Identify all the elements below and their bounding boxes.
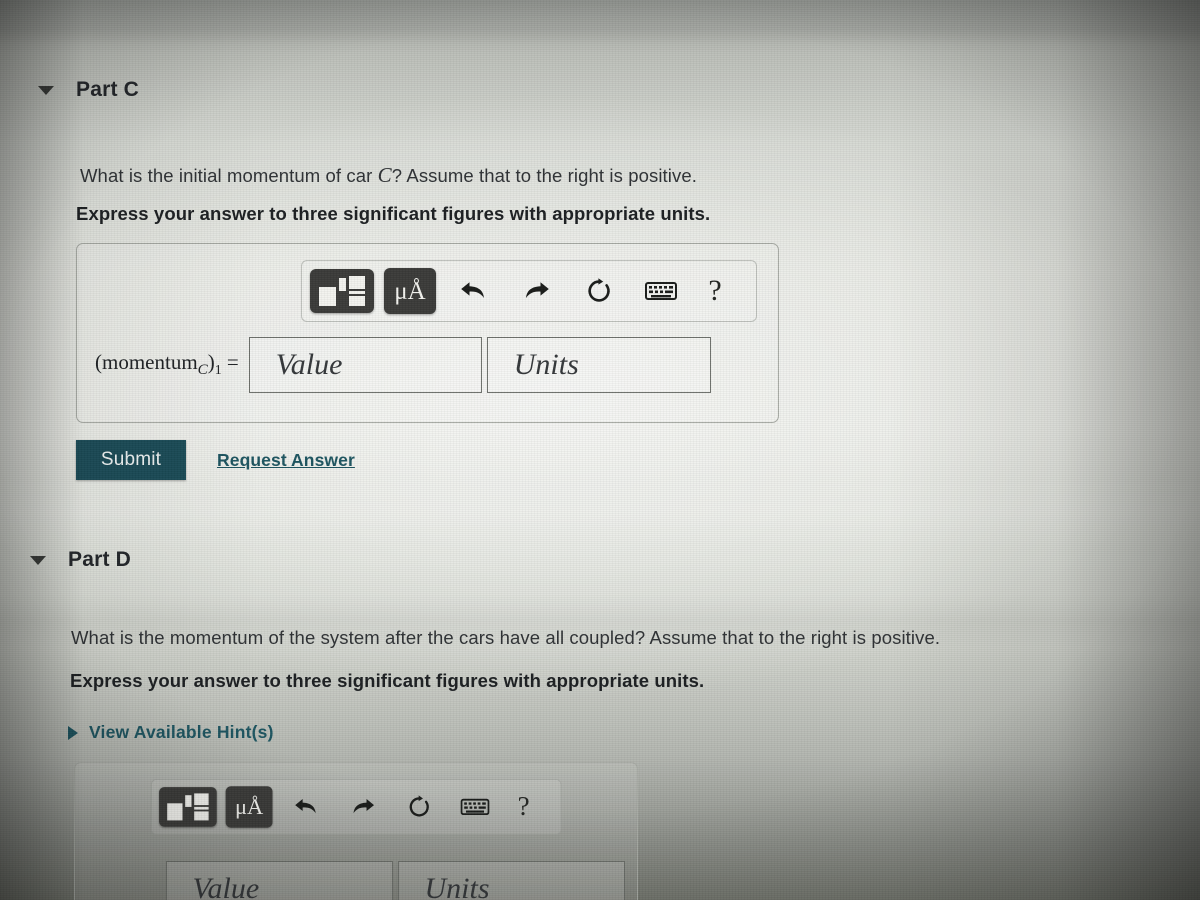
part-c-answer-row: (momentumC)1 = Value Units <box>95 337 711 393</box>
part-c-answer-toolbar: μÅ ? <box>301 260 757 322</box>
part-d-answer-box: μÅ ? Value Units <box>74 762 638 900</box>
part-d-view-hints-link[interactable]: View Available Hint(s) <box>68 722 274 743</box>
reset-circular-arrow-icon[interactable] <box>406 793 433 820</box>
part-c-units-input[interactable]: Units <box>486 337 711 393</box>
redo-arrow-icon[interactable] <box>522 276 552 306</box>
part-d-title: Part D <box>68 548 132 571</box>
part-c-request-answer-link[interactable]: Request Answer <box>217 450 355 471</box>
part-c-title: Part C <box>76 78 140 101</box>
part-d-value-placeholder: Value <box>192 872 260 900</box>
redo-arrow-icon[interactable] <box>350 793 377 820</box>
part-c-question-tail: ? Assume that to the right is positive. <box>391 165 697 186</box>
part-d-answer-toolbar: μÅ ? <box>151 779 562 835</box>
template-icon[interactable] <box>159 787 217 827</box>
part-c-label-close: ) <box>207 350 215 375</box>
part-d-answer-label <box>91 877 102 900</box>
part-c-label-prefix: (momentum <box>95 350 198 375</box>
triangle-down-icon[interactable] <box>30 555 46 565</box>
part-c-answer-box: μÅ ? (momentumC)1 = Value Units <box>76 243 779 423</box>
help-question-mark-icon[interactable]: ? <box>514 793 534 822</box>
keyboard-icon[interactable] <box>644 278 678 304</box>
part-c-answer-label: (momentumC)1 = <box>95 350 239 379</box>
part-c-value-input[interactable]: Value <box>248 337 482 393</box>
part-c-units-placeholder: Units <box>513 348 579 381</box>
template-icon[interactable] <box>310 269 374 313</box>
template-icon-glyph <box>319 276 365 306</box>
part-d-question: What is the momentum of the system after… <box>71 627 941 648</box>
micro-angstrom-label: μÅ <box>394 277 426 305</box>
micro-angstrom-icon[interactable]: μÅ <box>384 268 436 314</box>
template-icon-glyph <box>167 793 209 821</box>
part-c-question: What is the initial momentum of car C? A… <box>80 163 697 188</box>
part-c-question-variable: C <box>377 163 392 187</box>
micro-angstrom-icon[interactable]: μÅ <box>225 786 273 828</box>
part-d-answer-row: Value Units <box>91 861 625 900</box>
part-d-view-hints-label: View Available Hint(s) <box>89 722 274 742</box>
part-c-label-subscript: C <box>197 362 208 379</box>
help-question-mark-label: ? <box>517 791 530 822</box>
triangle-down-icon[interactable] <box>38 85 54 95</box>
part-c-label-equals: = <box>226 350 239 375</box>
screen-photo: Part C What is the initial momentum of c… <box>0 0 1200 900</box>
part-d-units-input[interactable]: Units <box>397 861 625 900</box>
keyboard-icon[interactable] <box>460 795 491 818</box>
part-c-instruction: Express your answer to three significant… <box>76 203 711 224</box>
help-question-mark-label: ? <box>708 274 722 307</box>
micro-angstrom-label: μÅ <box>234 794 264 820</box>
undo-arrow-icon[interactable] <box>292 793 319 820</box>
part-d-instruction: Express your answer to three significant… <box>70 670 705 691</box>
part-c-header[interactable]: Part C <box>38 78 139 102</box>
part-c-value-placeholder: Value <box>275 348 343 381</box>
part-d-header[interactable]: Part D <box>30 548 131 572</box>
part-c-submit-button[interactable]: Submit <box>76 440 186 480</box>
part-c-question-lead: What is the initial momentum of car <box>80 165 378 186</box>
part-c-label-index: 1 <box>214 362 222 378</box>
part-d-units-placeholder: Units <box>424 872 490 900</box>
reset-circular-arrow-icon[interactable] <box>584 276 614 306</box>
help-question-mark-icon[interactable]: ? <box>704 275 726 307</box>
part-d-value-input[interactable]: Value <box>165 861 393 900</box>
triangle-right-icon[interactable] <box>68 725 78 740</box>
undo-arrow-icon[interactable] <box>458 276 488 306</box>
